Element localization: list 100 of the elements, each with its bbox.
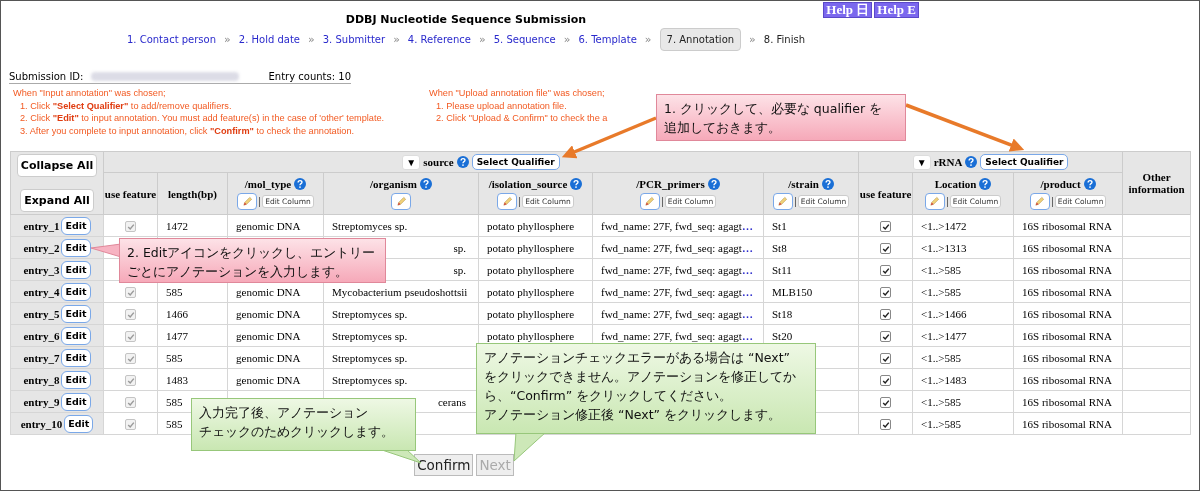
table-cell: 16S ribosomal RNA bbox=[1022, 307, 1112, 320]
pencil-button[interactable] bbox=[237, 193, 258, 211]
table-cell: Mycobacterium pseudoshottsii bbox=[332, 285, 468, 298]
page-title: DDBJ Nucleotide Sequence Submission bbox=[345, 12, 587, 26]
pencil-button[interactable] bbox=[772, 193, 793, 211]
more-link[interactable]: … bbox=[741, 329, 753, 342]
more-link[interactable]: … bbox=[741, 219, 753, 232]
table-cell: Streptomyces sp. bbox=[332, 351, 408, 364]
checkbox[interactable] bbox=[880, 331, 892, 343]
table-cell: genomic DNA bbox=[236, 329, 301, 342]
submission-id-label: Submission ID: bbox=[9, 71, 84, 82]
table-cell: genomic DNA bbox=[236, 373, 301, 386]
edit-button[interactable]: Edit bbox=[61, 260, 91, 279]
edit-button[interactable]: Edit bbox=[61, 348, 91, 367]
table-cell: fwd_name: 27F, fwd_seq: agagt bbox=[601, 307, 742, 320]
checkbox[interactable] bbox=[880, 221, 892, 233]
edit-button[interactable]: Edit bbox=[61, 282, 91, 301]
table-cell: 585 bbox=[166, 285, 183, 298]
table-cell: Streptomyces sp. bbox=[332, 329, 408, 342]
step-tab[interactable]: 6. Template bbox=[578, 28, 637, 51]
table-cell: fwd_name: 27F, fwd_seq: agagt bbox=[601, 241, 742, 254]
pencil-button[interactable] bbox=[391, 193, 411, 211]
column-header: /mol_type bbox=[244, 177, 292, 192]
entry-label: entry_4 bbox=[23, 285, 60, 298]
table-cell: St20 bbox=[772, 329, 793, 342]
table-cell: potato phyllosphere bbox=[487, 241, 575, 254]
help-icon[interactable] bbox=[570, 178, 583, 191]
step-separator: » bbox=[308, 33, 315, 46]
more-link[interactable]: … bbox=[741, 241, 753, 254]
edit-button[interactable]: Edit bbox=[61, 370, 91, 389]
action-button[interactable]: Confirm bbox=[414, 454, 474, 477]
checkbox[interactable] bbox=[880, 353, 892, 365]
help-icon[interactable] bbox=[420, 178, 433, 191]
pencil-icon bbox=[395, 196, 407, 208]
table-cell: Streptomyces sp. bbox=[332, 219, 408, 232]
table-cell: <1..>1477 bbox=[921, 329, 967, 342]
column-header: use feature bbox=[104, 186, 157, 201]
help-icon[interactable] bbox=[965, 156, 978, 169]
select-qualifier-button[interactable]: Select Qualifier bbox=[471, 154, 560, 171]
step-tab[interactable]: 5. Sequence bbox=[493, 28, 556, 51]
table-cell: 16S ribosomal RNA bbox=[1022, 263, 1112, 276]
collapse-all-button[interactable]: Collapse All bbox=[16, 154, 98, 178]
step-tab[interactable]: 3. Submitter bbox=[322, 28, 386, 51]
table-cell: 16S ribosomal RNA bbox=[1022, 351, 1112, 364]
expand-all-button[interactable]: Expand All bbox=[20, 189, 94, 213]
edit-button[interactable]: Edit bbox=[64, 414, 94, 433]
help-icon[interactable] bbox=[821, 178, 834, 191]
step-tab[interactable]: 7. Annotation bbox=[659, 28, 742, 51]
instruction-heading: When "Input annotation" was chosen; bbox=[13, 87, 166, 100]
help-icon[interactable] bbox=[1083, 178, 1096, 191]
edit-button[interactable]: Edit bbox=[61, 304, 91, 323]
collapse-toggle[interactable]: ▼ bbox=[402, 154, 421, 170]
column-header: Location bbox=[934, 177, 977, 192]
help-icon[interactable] bbox=[294, 178, 307, 191]
checkbox[interactable] bbox=[880, 265, 892, 277]
pencil-button[interactable] bbox=[639, 193, 660, 211]
table-cell: St8 bbox=[772, 241, 787, 254]
collapse-toggle[interactable]: ▼ bbox=[912, 154, 931, 170]
pencil-button[interactable] bbox=[1029, 193, 1050, 211]
table-cell: cerans bbox=[437, 395, 466, 408]
table-cell: 16S ribosomal RNA bbox=[1022, 417, 1112, 430]
table-cell: 1472 bbox=[166, 219, 188, 232]
checkbox[interactable] bbox=[880, 309, 892, 321]
step-tab[interactable]: 8. Finish bbox=[763, 28, 806, 51]
more-link[interactable]: … bbox=[741, 263, 753, 276]
more-link[interactable]: … bbox=[741, 285, 753, 298]
instruction-text: 2. Click "Edit" to input annotation. You must add feature(s) in the case of 'other' template. bbox=[20, 112, 385, 125]
table-cell: fwd_name: 27F, fwd_seq: agagt bbox=[601, 285, 742, 298]
table-cell: 1466 bbox=[166, 307, 188, 320]
checkbox[interactable] bbox=[880, 287, 892, 299]
pencil-button[interactable] bbox=[924, 193, 945, 211]
callout-note: 入力完了後、アノテーション チェックのためクリックします。 bbox=[191, 398, 416, 451]
step-tab[interactable]: 4. Reference bbox=[407, 28, 471, 51]
entry-label: entry_10 bbox=[20, 417, 63, 430]
edit-button[interactable]: Edit bbox=[61, 216, 91, 235]
edit-button[interactable]: Edit bbox=[61, 238, 91, 257]
checkbox[interactable] bbox=[880, 397, 892, 409]
step-tab[interactable]: 2. Hold date bbox=[238, 28, 300, 51]
help-button[interactable]: Help E bbox=[874, 2, 919, 18]
help-icon[interactable] bbox=[456, 156, 469, 169]
help-button[interactable]: Help 日 bbox=[823, 2, 873, 18]
checkbox[interactable] bbox=[880, 375, 892, 387]
step-tab[interactable]: 1. Contact person bbox=[126, 28, 217, 51]
table-cell: 16S ribosomal RNA bbox=[1022, 285, 1112, 298]
edit-button[interactable]: Edit bbox=[61, 326, 91, 345]
select-qualifier-button[interactable]: Select Qualifier bbox=[980, 154, 1069, 171]
checkbox[interactable] bbox=[880, 243, 892, 255]
more-link[interactable]: … bbox=[741, 307, 753, 320]
pencil-icon bbox=[241, 196, 253, 208]
help-icon[interactable] bbox=[707, 178, 720, 191]
table-cell: sp. bbox=[453, 263, 466, 276]
column-header: /product bbox=[1040, 177, 1081, 192]
edit-button[interactable]: Edit bbox=[61, 392, 91, 411]
step-separator: » bbox=[644, 33, 652, 46]
table-cell: 16S ribosomal RNA bbox=[1022, 329, 1112, 342]
help-icon[interactable] bbox=[979, 178, 992, 191]
checkbox[interactable] bbox=[880, 419, 892, 431]
column-header: /PCR_primers bbox=[636, 177, 705, 192]
pencil-button[interactable] bbox=[497, 193, 518, 211]
table-cell: sp. bbox=[453, 241, 466, 254]
